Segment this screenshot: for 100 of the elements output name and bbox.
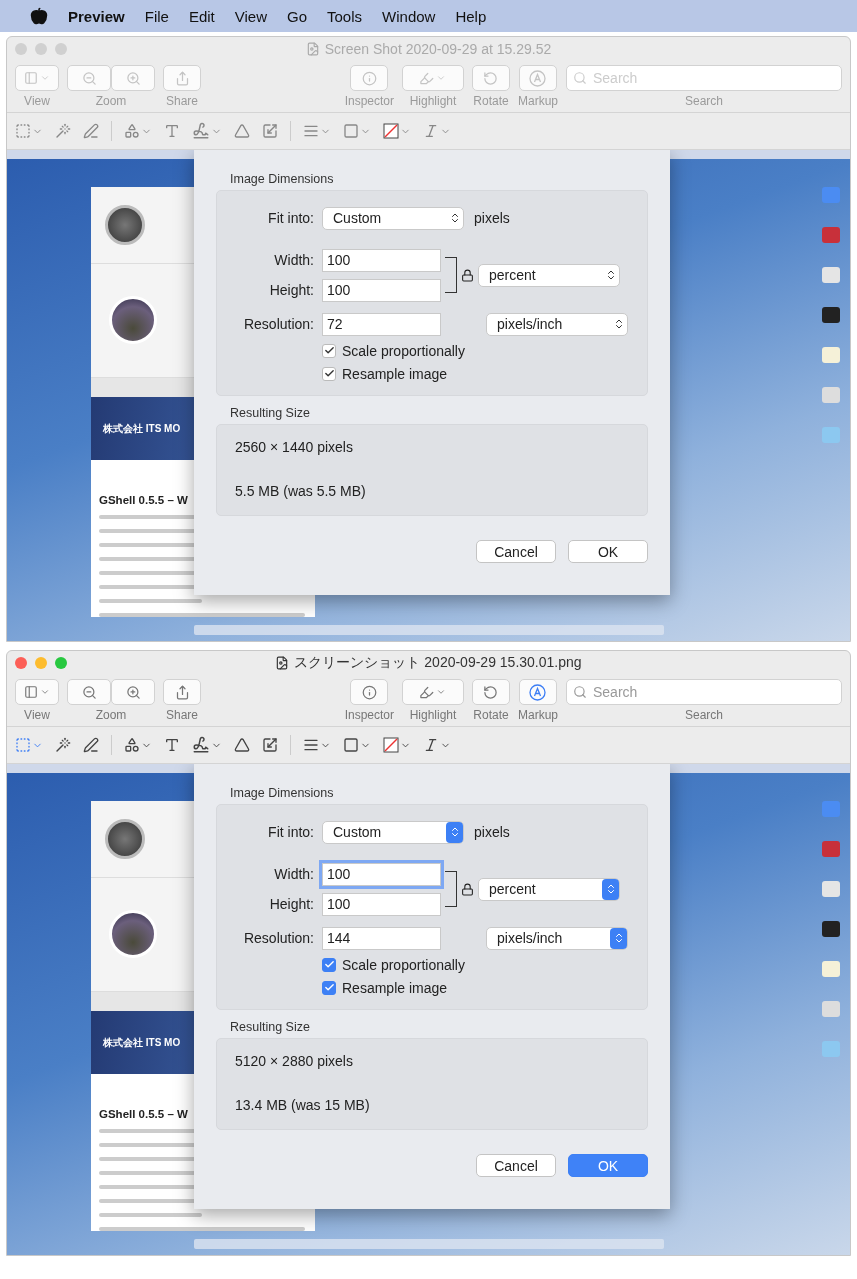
height-field[interactable]: 100 (322, 278, 441, 302)
share-icon (174, 684, 190, 700)
checkbox[interactable] (322, 980, 336, 995)
fit-into-select[interactable]: Custom (322, 820, 464, 844)
zoom-out-button[interactable] (67, 65, 111, 91)
border-icon (343, 123, 359, 139)
height-field[interactable]: 100 (322, 892, 441, 916)
menu-item[interactable]: Window (382, 7, 436, 25)
ok-button[interactable]: OK (568, 1154, 648, 1177)
checkbox[interactable] (322, 957, 336, 972)
unit-select[interactable]: percent (478, 263, 620, 287)
toolbar-label: Markup (518, 94, 558, 108)
checkbox-label: Scale proportionally (342, 342, 465, 359)
minimize-button[interactable] (35, 43, 47, 55)
banner-title: 株式会社 ITS MO (103, 1035, 181, 1050)
signature-icon (192, 736, 210, 754)
desktop-file-icon (822, 961, 840, 977)
unit-select[interactable]: percent (478, 877, 620, 901)
close-button[interactable] (15, 657, 27, 669)
zoom-in-button[interactable] (111, 65, 155, 91)
line-style-icon (303, 123, 319, 139)
ok-button[interactable]: OK (568, 540, 648, 563)
close-button[interactable] (15, 43, 27, 55)
desktop-file-icon (822, 347, 840, 363)
width-field[interactable]: 100 (322, 862, 441, 886)
markup-button[interactable] (519, 679, 557, 705)
checkbox[interactable] (322, 343, 336, 358)
menu-item[interactable]: File (144, 7, 169, 25)
resolution-field[interactable]: 72 (322, 312, 441, 336)
border-icon (343, 737, 359, 753)
pen-icon (83, 123, 99, 139)
result-pixels: 5120 × 2880 pixels (235, 1053, 354, 1069)
menu-item[interactable]: Help (455, 7, 487, 25)
desktop-file-icon (822, 227, 840, 243)
toolbar-label: Inspector (344, 94, 394, 108)
document-icon (305, 42, 320, 56)
rotate-button[interactable] (472, 65, 510, 91)
field-label: Resolution: (242, 930, 315, 946)
app-menu[interactable]: Preview (68, 7, 125, 25)
desktop-file-icon (822, 387, 840, 403)
text-box-icon (164, 123, 180, 139)
inspector-button[interactable] (350, 65, 389, 91)
fit-into-select[interactable]: Custom (322, 206, 464, 230)
view-button[interactable] (15, 679, 59, 705)
shapes-icon (124, 123, 140, 139)
markup-button[interactable] (519, 65, 557, 91)
inspector-button[interactable] (350, 679, 389, 705)
highlight-button[interactable] (402, 65, 464, 91)
stepper-icon (446, 821, 463, 843)
zoom-in-icon (125, 70, 141, 86)
unit-label: pixels (474, 210, 510, 226)
info-icon (361, 70, 377, 86)
view-button[interactable] (15, 65, 59, 91)
menu-item[interactable]: View (234, 7, 267, 25)
highlighter-icon (419, 70, 435, 86)
article-headline: GShell 0.5.5 – W (99, 494, 189, 506)
field-label: Fit into: (267, 824, 315, 840)
resolution-unit-select[interactable]: pixels/inch (486, 312, 628, 336)
rotate-icon (483, 70, 499, 86)
desktop-file-icon (822, 801, 840, 817)
toolbar-label: Zoom (95, 708, 127, 722)
shapes-icon (124, 737, 140, 753)
share-button[interactable] (163, 679, 201, 705)
window-title: スクリーンショット 2020-09-29 15.30.01.png (294, 654, 582, 672)
checkbox-label: Resample image (342, 365, 448, 382)
desktop-file-icon (822, 881, 840, 897)
minimize-button[interactable] (35, 657, 47, 669)
toolbar-label: Share (166, 94, 198, 108)
rotate-button[interactable] (472, 679, 510, 705)
zoom-in-icon (125, 684, 141, 700)
zoom-in-button[interactable] (111, 679, 155, 705)
resolution-field[interactable]: 144 (322, 926, 441, 950)
field-label: Resolution: (242, 316, 315, 332)
width-field[interactable]: 100 (322, 248, 441, 272)
resolution-unit-select[interactable]: pixels/inch (486, 926, 628, 950)
field-label: Width: (273, 252, 315, 268)
lock-icon[interactable] (461, 268, 474, 282)
triangle-icon (234, 737, 250, 753)
zoom-out-icon (81, 70, 97, 86)
desktop-file-icon (822, 307, 840, 323)
menu-item[interactable]: Go (287, 7, 307, 25)
chevron-down-icon (40, 687, 50, 697)
toolbar-label: View (24, 94, 50, 108)
window-title: Screen Shot 2020-09-29 at 15.29.52 (324, 41, 552, 57)
section-title: Image Dimensions (230, 172, 335, 186)
toolbar-label: Search (685, 708, 723, 722)
field-label: Height: (268, 282, 315, 298)
markup-icon (529, 69, 547, 87)
lock-icon[interactable] (461, 882, 474, 896)
toolbar-label: Highlight (409, 708, 457, 722)
share-icon (174, 70, 190, 86)
highlight-button[interactable] (402, 679, 464, 705)
cancel-button[interactable]: Cancel (476, 1154, 556, 1177)
zoom-window-button[interactable] (55, 657, 67, 669)
checkbox[interactable] (322, 366, 336, 381)
menu-item[interactable]: Tools (327, 7, 363, 25)
zoom-window-button[interactable] (55, 43, 67, 55)
zoom-out-button[interactable] (67, 679, 111, 705)
menu-item[interactable]: Edit (188, 7, 215, 25)
cancel-button[interactable]: Cancel (476, 540, 556, 563)
